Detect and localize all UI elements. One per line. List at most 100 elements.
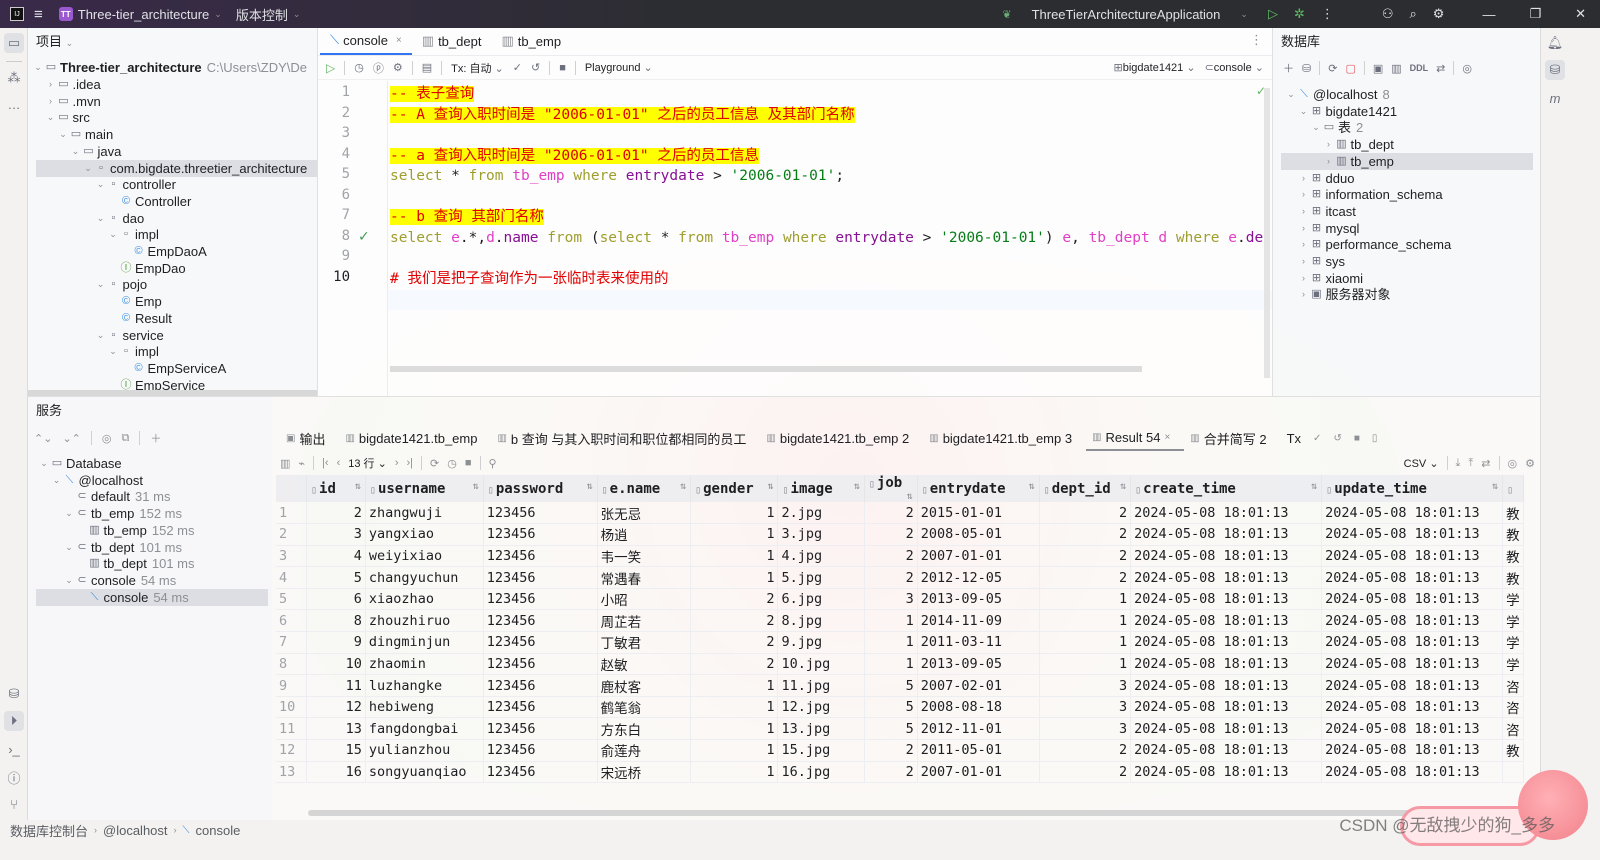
table-cell[interactable]: 2: [864, 761, 918, 784]
debug-icon[interactable]: ✲: [1294, 6, 1305, 22]
sort-icon[interactable]: ⇅: [767, 481, 773, 492]
services-tree-item[interactable]: ⌄ ⟍ @localhost: [36, 472, 268, 489]
chevron-right-icon[interactable]: ›: [1298, 203, 1310, 220]
project-panel-title[interactable]: 项目 ⌄: [28, 28, 317, 56]
project-tree-item[interactable]: ⌄ ▭ src: [28, 109, 90, 126]
chevron-down-icon[interactable]: ⌄: [1298, 103, 1310, 120]
view-icon[interactable]: ◎: [1508, 457, 1518, 470]
table-cell[interactable]: 2024-05-08 18:01:13: [1130, 653, 1323, 676]
chevron-down-icon[interactable]: ⌄: [1310, 119, 1322, 136]
table-cell[interactable]: 2008-05-01: [917, 523, 1040, 546]
result-tab[interactable]: ▥ 合并简写 2: [1184, 425, 1280, 451]
more-tools-icon[interactable]: …: [4, 94, 24, 114]
close-tab-icon[interactable]: ×: [1164, 432, 1170, 443]
add-icon[interactable]: ＋: [1283, 60, 1294, 76]
table-cell[interactable]: 123456: [483, 502, 598, 525]
table-cell[interactable]: 2024-05-08 18:01:13: [1130, 588, 1323, 611]
project-tree-item[interactable]: © EmpDaoA: [28, 243, 206, 260]
more-icon[interactable]: ⋮: [1321, 6, 1334, 22]
table-cell[interactable]: 赵敏: [597, 653, 692, 676]
sort-icon[interactable]: ⇅: [587, 481, 593, 492]
chevron-right-icon[interactable]: ›: [1323, 153, 1335, 170]
close-button[interactable]: ✕: [1575, 6, 1586, 22]
table-cell[interactable]: 2: [1039, 502, 1132, 525]
column-header[interactable]: ▯: [1502, 475, 1524, 502]
table-cell[interactable]: 2024-05-08 18:01:13: [1130, 696, 1323, 719]
table-cell[interactable]: 学: [1502, 631, 1524, 654]
project-root[interactable]: ⌄ ▭ Three-tier_architecture C:\Users\ZDY…: [32, 59, 307, 76]
table-cell[interactable]: 2024-05-08 18:01:13: [1321, 653, 1504, 676]
history-icon[interactable]: ◷: [447, 457, 457, 470]
chevron-down-icon[interactable]: ⌄: [63, 572, 75, 589]
download-icon[interactable]: ⤓: [1456, 457, 1461, 470]
table-cell[interactable]: 5: [864, 674, 918, 697]
git-icon[interactable]: ⑂: [4, 794, 24, 814]
close-tab-icon[interactable]: ×: [396, 35, 402, 46]
sort-icon[interactable]: ⇅: [854, 481, 860, 492]
database-tree-item[interactable]: › ⊞ mysql: [1281, 220, 1533, 237]
table-cell[interactable]: 2007-01-01: [917, 545, 1040, 568]
table-cell[interactable]: 学: [1502, 609, 1524, 633]
view-options-icon[interactable]: ◎: [102, 432, 112, 445]
table-cell[interactable]: 常遇春: [597, 566, 692, 589]
project-tree-item[interactable]: ⌄ ▫ com.bigdate.threetier_architecture: [36, 159, 317, 177]
table-cell[interactable]: fangdongbai: [365, 717, 484, 741]
table-cell[interactable]: 2: [864, 566, 918, 589]
notifications-icon[interactable]: 🔔︎: [1545, 33, 1565, 53]
settings-icon[interactable]: ⚙: [1433, 6, 1445, 22]
code-line[interactable]: -- a 查询入职时间是 "2006-01-01" 之后的员工信息: [390, 146, 759, 166]
editor-hscrollbar[interactable]: [390, 366, 1142, 372]
chevron-right-icon[interactable]: ›: [1298, 220, 1310, 237]
schema-selector[interactable]: ⊞bigdate1421 ⌄: [1114, 61, 1196, 74]
table-row[interactable]: 13 16 songyuanqiao 123456 宋远桥 1 16.jpg 2 2007-01…: [276, 761, 1524, 784]
table-cell[interactable]: 3.jpg: [777, 523, 865, 546]
chevron-down-icon[interactable]: ⌄: [63, 539, 75, 556]
table-cell[interactable]: yulianzhou: [365, 739, 484, 762]
result-tab[interactable]: ▥ bigdate1421.tb_emp 3: [923, 425, 1086, 451]
table-cell[interactable]: 韦一笑: [597, 545, 692, 568]
table-row[interactable]: 6 8 zhouzhiruo 123456 周芷若 2 8.jpg 1 2014-11-09 1 2…: [276, 609, 1524, 633]
stop-icon[interactable]: ■: [559, 62, 566, 74]
table-cell[interactable]: 2024-05-08 18:01:13: [1321, 674, 1504, 697]
sort-icon[interactable]: ⇅: [355, 481, 361, 492]
table-cell[interactable]: 小昭: [597, 588, 692, 611]
search-icon[interactable]: ⌕: [1410, 6, 1417, 22]
table-cell[interactable]: 张无忌: [597, 502, 692, 525]
table-row[interactable]: 12 15 yulianzhou 123456 俞莲舟 1 15.jpg 2 2011-05-0…: [276, 739, 1524, 762]
explain-plan-icon[interactable]: ⓟ: [373, 60, 384, 76]
first-page-icon[interactable]: |‹: [322, 457, 329, 469]
table-cell[interactable]: xiaozhao: [365, 588, 484, 611]
sort-icon[interactable]: ⇅: [1120, 481, 1126, 492]
table-cell[interactable]: 15.jpg: [777, 739, 865, 762]
view-options-icon[interactable]: ◎: [1462, 62, 1472, 75]
table-cell[interactable]: 1: [1039, 653, 1132, 676]
table-cell[interactable]: 16: [306, 761, 366, 784]
table-cell[interactable]: 鹤笔翁: [597, 696, 692, 719]
result-tab[interactable]: ▣ 输出: [280, 425, 339, 451]
add-service-icon[interactable]: ＋: [150, 430, 161, 446]
code-line[interactable]: # 我们是把子查询作为一张临时表来使用的: [390, 269, 668, 289]
tx-mode-selector[interactable]: Tx ✓ ↺ ■ ▯: [1281, 425, 1392, 451]
database-tree-item[interactable]: › ⊞ information_schema: [1281, 186, 1533, 203]
table-cell[interactable]: songyuanqiao: [365, 761, 484, 784]
table-cell[interactable]: 12: [306, 696, 366, 719]
maven-tool-icon[interactable]: m: [1545, 88, 1565, 108]
result-tab[interactable]: ▥ bigdate1421.tb_emp: [339, 425, 491, 451]
table-cell[interactable]: luzhangke: [365, 674, 484, 697]
table-cell[interactable]: zhouzhiruo: [365, 609, 484, 633]
new-tab-icon[interactable]: ⧉: [121, 432, 129, 445]
table-cell[interactable]: 4.jpg: [777, 545, 865, 568]
last-page-icon[interactable]: ›|: [406, 457, 413, 469]
stop-icon[interactable]: ▢: [1345, 62, 1355, 75]
table-cell[interactable]: 8: [306, 609, 366, 633]
table-cell[interactable]: 2024-05-08 18:01:13: [1321, 761, 1504, 784]
table-cell[interactable]: 2: [1039, 545, 1132, 568]
table-cell[interactable]: 16.jpg: [777, 761, 865, 784]
project-tree-item[interactable]: ⌄ ▫ pojo: [28, 276, 147, 293]
table-cell[interactable]: 2: [690, 653, 779, 676]
run-icon[interactable]: ▷: [1268, 6, 1278, 22]
table-cell[interactable]: 咨: [1502, 717, 1524, 741]
table-cell[interactable]: 2024-05-08 18:01:13: [1321, 739, 1504, 762]
table-cell[interactable]: 123456: [483, 523, 598, 546]
database-tree-item[interactable]: › ⊞ dduo: [1281, 170, 1533, 187]
